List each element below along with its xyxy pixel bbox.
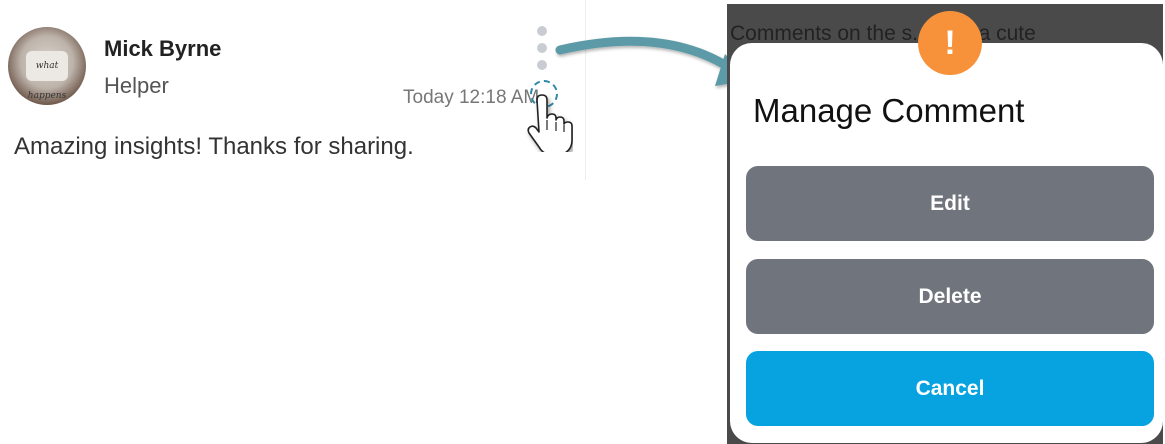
comment-card: what happens Mick Byrne Helper Today 12:… (0, 0, 586, 180)
author-role: Helper (104, 73, 169, 98)
author-name[interactable]: Mick Byrne (104, 36, 221, 62)
cancel-button[interactable]: Cancel (746, 351, 1154, 426)
alert-icon: ! (918, 11, 982, 75)
arrow-icon (555, 36, 751, 86)
avatar-mug: what happens (26, 51, 68, 101)
comment-timestamp: Today 12:18 AM (403, 87, 540, 108)
comment-body: Amazing insights! Thanks for sharing. (14, 133, 414, 160)
edit-button[interactable]: Edit (746, 166, 1154, 241)
dialog-title: Manage Comment (753, 92, 1025, 129)
hand-pointer-icon (527, 94, 573, 152)
delete-button[interactable]: Delete (746, 259, 1154, 334)
avatar[interactable]: what happens (8, 27, 86, 105)
